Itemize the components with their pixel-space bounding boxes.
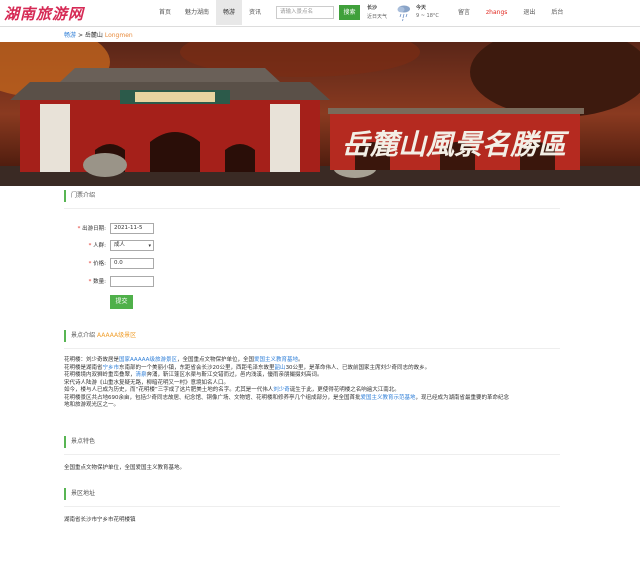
people-value: 成人	[114, 241, 126, 248]
link-5a[interactable]: 国家AAAAA级旅游景区	[119, 357, 177, 363]
link-ningxiang[interactable]: 宁乡市	[103, 365, 120, 371]
section-address-title: 景区地址	[64, 488, 95, 500]
nav-admin[interactable]: 后台	[543, 0, 571, 25]
site-logo[interactable]: 湖南旅游网	[4, 3, 84, 24]
nav-username[interactable]: zhangs	[478, 0, 515, 25]
submit-button[interactable]: 提交	[110, 295, 133, 309]
user-nav: 留言 zhangs 退出 后台	[450, 0, 571, 25]
form-row-price: * 价格: 0.0	[66, 257, 154, 269]
weather-day: 今天	[416, 5, 427, 11]
section-feature-title: 景点特色	[64, 436, 95, 448]
weather-temp: 9 ~ 18°C	[416, 13, 439, 19]
section-spot-title: 景点介绍 AAAAA级景区	[64, 330, 136, 342]
banner-illustration: 岳麓山風景名勝區	[0, 42, 640, 186]
link-demo-base[interactable]: 爱国主义教育示范基地	[361, 395, 416, 401]
quantity-input[interactable]	[110, 275, 154, 287]
spot-title-text: 景点介绍	[71, 332, 96, 339]
weather-sub: 近日天气	[367, 14, 388, 20]
divider	[64, 506, 560, 507]
quantity-label: 数量:	[93, 279, 106, 285]
form-row-quantity: * 数量:	[66, 275, 154, 287]
feature-text: 全国重点文物保护单位，全国爱国主义教育基地。	[64, 465, 186, 471]
nav-message[interactable]: 留言	[450, 0, 478, 25]
top-header: 湖南旅游网 首页 魅力湖南 畅游 资讯 请输入景点名 搜索 长沙 近日天气 今天…	[0, 0, 640, 27]
scenic-banner-image: 岳麓山風景名勝區	[0, 42, 640, 186]
breadcrumb-home[interactable]: 畅游	[64, 32, 76, 39]
breadcrumb: 畅游 > 岳麓山 Longmen	[64, 30, 133, 39]
search-input[interactable]: 请输入景点名	[276, 6, 334, 19]
travel-date-input[interactable]: 2021-11-5	[110, 222, 154, 234]
search-button[interactable]: 搜索	[339, 5, 360, 20]
form-row-people: * 人群: 成人 ▾	[66, 239, 154, 251]
link-patriotic-base[interactable]: 爱国主义教育基地	[254, 357, 298, 363]
section-ticket-title: 门票介绍	[64, 190, 95, 202]
divider	[64, 348, 560, 349]
nav-home[interactable]: 首页	[152, 0, 178, 25]
breadcrumb-en: Longmen	[104, 32, 133, 39]
main-nav: 首页 魅力湖南 畅游 资讯	[152, 0, 268, 25]
people-label: 人群:	[93, 243, 106, 249]
price-input[interactable]: 0.0	[110, 257, 154, 269]
link-spring[interactable]: 清泉	[136, 372, 147, 378]
rain-cloud-icon	[397, 5, 410, 22]
link-shaoshan[interactable]: 韶山	[275, 365, 286, 371]
intro-line-7: 地和旅游观光区之一。	[64, 402, 120, 408]
chevron-down-icon: ▾	[148, 242, 151, 249]
intro-line-4: 宋代诗人陆游《山重水复疑无路，柳暗花明又一村》意境如名人口。	[64, 379, 230, 386]
price-label: 价格:	[93, 261, 106, 267]
nav-charm-hunan[interactable]: 魅力湖南	[178, 0, 216, 25]
spot-intro-text: 花明楼：刘少奇故居是国家AAAAA级旅游景区，全国重点文物保护单位，全国爱国主义…	[64, 357, 564, 410]
divider	[64, 454, 560, 455]
people-select[interactable]: 成人 ▾	[110, 239, 154, 251]
breadcrumb-current: 岳麓山	[84, 32, 103, 39]
address-text: 湖南省长沙市宁乡市花明楼镇	[64, 517, 136, 523]
weather-city: 长沙	[367, 5, 378, 11]
divider	[64, 208, 560, 209]
nav-news[interactable]: 资讯	[242, 0, 268, 25]
breadcrumb-sep: >	[77, 32, 83, 39]
banner-calligraphy: 岳麓山風景名勝區	[342, 128, 570, 161]
nav-logout[interactable]: 退出	[515, 0, 543, 25]
date-label: 出游日期:	[82, 226, 106, 232]
nav-travel[interactable]: 畅游	[216, 0, 243, 25]
form-row-date: * 出游日期: 2021-11-5	[66, 222, 154, 234]
spot-level: AAAAA级景区	[96, 332, 137, 339]
link-liushaoqi[interactable]: 刘少奇	[273, 387, 290, 393]
